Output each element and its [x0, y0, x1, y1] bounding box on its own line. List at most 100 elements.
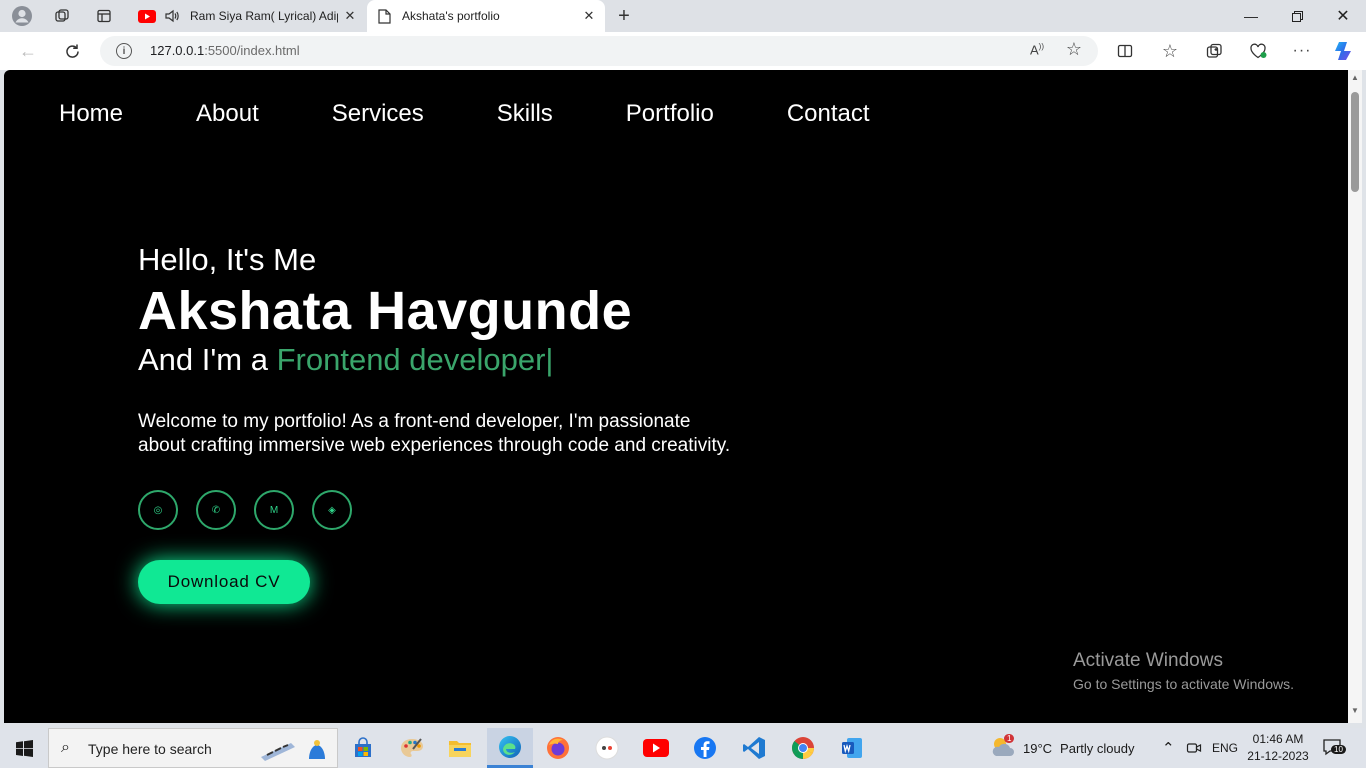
clock-time: 01:46 AM [1252, 732, 1304, 746]
copilot-icon [1335, 42, 1351, 60]
page-icon [378, 8, 391, 24]
weather-temp: 19°C [1023, 740, 1053, 756]
nav-contact[interactable]: Contact [787, 100, 870, 128]
favorite-star-icon[interactable]: ☆ [1066, 39, 1082, 60]
hero-section: Hello, It's Me Akshata Havgunde And I'm … [138, 242, 758, 604]
close-tab-icon[interactable]: ✕ [581, 8, 597, 24]
whatsapp-link[interactable]: ✆ [196, 490, 236, 530]
profile-avatar[interactable] [9, 4, 35, 28]
taskbar-edge[interactable] [487, 728, 533, 768]
link-link[interactable]: ◈ [312, 490, 352, 530]
weather-desc: Partly cloudy [1060, 740, 1135, 756]
collections-icon [1206, 43, 1222, 58]
close-window-button[interactable]: ✕ [1320, 0, 1366, 32]
close-tab-icon[interactable]: ✕ [342, 8, 358, 24]
close-icon: ✕ [1336, 8, 1350, 25]
nav-services[interactable]: Services [332, 100, 424, 128]
edge-icon [499, 735, 521, 758]
paint-icon [401, 738, 423, 757]
search-icon: ⌕ [61, 739, 70, 756]
taskbar-youtube[interactable] [633, 728, 679, 768]
hero-name: Akshata Havgunde [138, 281, 633, 341]
youtube-icon [643, 739, 669, 757]
show-hidden-icons-button[interactable]: ⌃ [1162, 728, 1175, 768]
taskbar-file-explorer[interactable] [437, 728, 483, 768]
tab-actions-icon [97, 9, 111, 23]
tab-portfolio[interactable]: Akshata's portfolio ✕ [367, 0, 605, 32]
nav-skills[interactable]: Skills [497, 100, 553, 128]
collections-button[interactable] [1200, 37, 1228, 65]
app-circle-icon [595, 736, 619, 760]
taskbar-paint[interactable] [389, 728, 435, 768]
url-host: 127.0.0.1 [150, 43, 205, 58]
microsoft-store-icon [355, 737, 371, 757]
tab-title: Ram Siya Ram( Lyrical) Adip [190, 9, 338, 23]
copilot-button[interactable] [1330, 37, 1358, 65]
site-info-icon[interactable]: i [116, 43, 132, 59]
workspaces-icon [55, 9, 69, 22]
windows-taskbar: ⌕ Type here to search 1 19°C Partly clou… [0, 728, 1366, 768]
address-bar[interactable]: i 127.0.0.1:5500/index.html A)) ☆ [100, 36, 1098, 66]
gmail-link[interactable]: M [254, 490, 294, 530]
taskbar-facebook[interactable] [682, 728, 728, 768]
minimize-icon: — [1244, 8, 1258, 24]
favorites-button[interactable]: ☆ [1156, 37, 1184, 65]
speaker-icon[interactable] [164, 8, 180, 24]
windows-logo-icon [15, 739, 33, 757]
meet-now-button[interactable] [1186, 728, 1202, 768]
taskbar-vscode[interactable] [731, 728, 777, 768]
back-button[interactable]: ← [14, 37, 42, 65]
browser-essentials-button[interactable] [1244, 37, 1272, 65]
partly-cloudy-icon: 1 [990, 734, 1016, 760]
minimize-button[interactable]: — [1228, 0, 1274, 32]
taskbar-firefox[interactable] [535, 728, 581, 768]
split-screen-icon [1117, 44, 1133, 58]
refresh-button[interactable] [58, 37, 86, 65]
scroll-up-icon[interactable]: ▲ [1350, 73, 1360, 82]
restore-icon [1291, 10, 1303, 22]
site-navbar: Home About Services Skills Portfolio Con… [59, 100, 943, 128]
url-text[interactable]: 127.0.0.1:5500/index.html [150, 43, 300, 58]
taskbar-clock[interactable]: 01:46 AM 21-12-2023 [1246, 731, 1310, 765]
split-screen-button[interactable] [1111, 37, 1139, 65]
taskbar-google-meet[interactable] [584, 728, 630, 768]
scrollbar-thumb[interactable] [1351, 92, 1359, 192]
read-aloud-icon[interactable]: A)) [1030, 42, 1044, 57]
notification-center-button[interactable]: 10 [1322, 728, 1346, 768]
tab-actions-button[interactable] [91, 4, 117, 28]
language-indicator[interactable]: ENG [1212, 728, 1238, 768]
weather-widget[interactable]: 1 19°C Partly cloudy [990, 728, 1134, 768]
hero-role: And I'm a Frontend developer| [138, 342, 758, 378]
taskbar-chrome[interactable] [780, 728, 826, 768]
tab-strip: Ram Siya Ram( Lyrical) Adip ✕ Akshata's … [0, 0, 1366, 32]
folder-icon [449, 741, 471, 757]
back-arrow-icon: ← [19, 40, 37, 61]
nav-about[interactable]: About [196, 100, 259, 128]
tab-youtube[interactable]: Ram Siya Ram( Lyrical) Adip ✕ [128, 0, 366, 32]
new-tab-button[interactable]: + [612, 4, 636, 28]
social-links: ◎ ✆ M ◈ [138, 490, 758, 530]
taskbar-search-box[interactable]: ⌕ Type here to search [48, 728, 338, 768]
word-icon [842, 738, 862, 758]
nav-home[interactable]: Home [59, 100, 123, 128]
activate-windows-watermark: Activate Windows Go to Settings to activ… [1073, 650, 1294, 692]
workspaces-button[interactable] [49, 4, 75, 28]
nav-portfolio[interactable]: Portfolio [626, 100, 714, 128]
camera-icon [1186, 743, 1202, 753]
refresh-icon [65, 44, 79, 58]
firefox-icon [547, 737, 569, 759]
link-icon: ◈ [328, 504, 336, 516]
vscode-icon [743, 737, 765, 759]
instagram-link[interactable]: ◎ [138, 490, 178, 530]
taskbar-word[interactable] [829, 728, 875, 768]
page-scrollbar[interactable]: ▲ ▼ [1348, 70, 1362, 723]
download-cv-button[interactable]: Download CV [138, 560, 310, 604]
restore-button[interactable] [1274, 0, 1320, 32]
scroll-down-icon[interactable]: ▼ [1350, 706, 1360, 715]
browser-toolbar: ← i 127.0.0.1:5500/index.html A)) ☆ ☆ ··… [0, 32, 1366, 70]
taskbar-store[interactable] [340, 728, 386, 768]
notification-count-badge: 10 [1331, 745, 1346, 754]
settings-menu-button[interactable]: ··· [1288, 37, 1316, 65]
start-button[interactable] [0, 728, 48, 768]
watermark-subtitle: Go to Settings to activate Windows. [1073, 676, 1294, 692]
